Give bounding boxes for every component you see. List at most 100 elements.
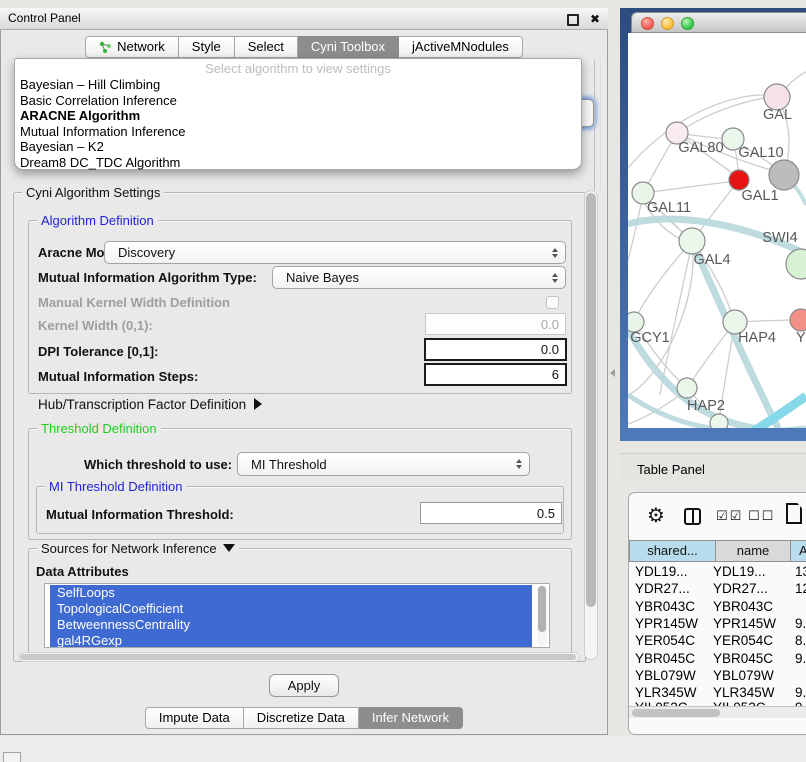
tab-infer-network[interactable]: Infer Network: [359, 707, 463, 729]
table-cell[interactable]: YIL052C: [635, 699, 688, 706]
column-header-shared[interactable]: shared...: [629, 540, 716, 562]
node-label: SWI4: [762, 230, 797, 246]
algorithm-option[interactable]: Dream8 DC_TDC Algorithm: [15, 155, 581, 171]
manual-kernel-checkbox[interactable]: [546, 296, 559, 309]
column-header-name[interactable]: name: [715, 540, 791, 562]
minimize-traffic-light-icon[interactable]: [661, 17, 674, 30]
splitter-handle-icon[interactable]: [610, 369, 615, 377]
document-icon[interactable]: [786, 503, 802, 524]
node-label: GAL10: [738, 145, 783, 161]
table-cell[interactable]: 13: [795, 563, 806, 580]
table-cell[interactable]: YIL052C: [713, 699, 766, 706]
table-cell[interactable]: YBR045C: [713, 650, 773, 667]
table-cell[interactable]: YER054C: [713, 632, 773, 649]
aracne-mode-value: Discovery: [118, 245, 175, 260]
gear-icon[interactable]: ⚙: [647, 503, 665, 527]
panel-border-fragment: [594, 60, 601, 190]
algorithm-option[interactable]: Mutual Information Inference: [15, 124, 581, 140]
table-cell[interactable]: 9.: [795, 650, 806, 667]
table-cell[interactable]: 8.: [795, 632, 806, 649]
list-vertical-scrollbar[interactable]: [537, 585, 547, 646]
aracne-mode-select[interactable]: Discovery: [104, 241, 566, 264]
kernel-width-label: Kernel Width (0,1):: [38, 318, 153, 333]
corner-mini-button[interactable]: [3, 752, 21, 762]
node: [677, 378, 697, 398]
list-item[interactable]: gal4RGexp: [50, 633, 532, 648]
list-item[interactable]: SelfLoops: [50, 585, 532, 601]
algorithm-option[interactable]: Bayesian – Hill Climbing: [15, 77, 581, 93]
close-icon[interactable]: ✖: [590, 10, 600, 28]
deselect-all-icon[interactable]: ☐☐: [748, 509, 775, 524]
tab-impute-data[interactable]: Impute Data: [145, 707, 244, 729]
data-attributes-label: Data Attributes: [36, 564, 129, 579]
columns-icon[interactable]: [684, 508, 701, 525]
zoom-traffic-light-icon[interactable]: [681, 17, 694, 30]
tab-style[interactable]: Style: [179, 36, 235, 58]
node-label: HAP2: [687, 398, 725, 414]
node-label: GAL1: [741, 188, 778, 204]
settings-horizontal-scrollbar[interactable]: [18, 652, 580, 662]
tab-cyni-toolbox[interactable]: Cyni Toolbox: [298, 36, 399, 58]
sources-group-title[interactable]: Sources for Network Inference: [37, 541, 239, 556]
table-cell[interactable]: YBR043C: [635, 598, 695, 615]
tab-select[interactable]: Select: [235, 36, 298, 58]
table-cell[interactable]: YBR043C: [713, 598, 773, 615]
algorithm-placeholder: Select algorithm to view settings: [15, 60, 581, 77]
tab-network-label: Network: [117, 36, 165, 58]
control-panel-titlebar: Control Panel ✖: [0, 8, 608, 30]
table-cell[interactable]: YDR27...: [635, 580, 690, 597]
table-cell[interactable]: YPR145W: [635, 615, 698, 632]
node: [710, 414, 728, 428]
mi-type-select[interactable]: Naive Bayes: [272, 266, 566, 289]
screen: Control Panel ✖ Network Style Select Cyn…: [0, 0, 806, 762]
float-window-icon[interactable]: [567, 14, 579, 26]
network-tab-icon: [99, 41, 112, 54]
chevron-updown-icon: [552, 273, 558, 283]
list-item[interactable]: TopologicalCoefficient: [50, 601, 532, 617]
mi-type-value: Naive Bayes: [286, 270, 359, 285]
tab-jactivemnodules[interactable]: jActiveMNodules: [399, 36, 523, 58]
node-label: GAL4: [693, 252, 730, 268]
table-cell[interactable]: 12: [795, 580, 806, 597]
expanded-arrow-icon: [223, 544, 235, 552]
hub-section-toggle[interactable]: Hub/Transcription Factor Definition: [38, 397, 262, 412]
table-cell[interactable]: YER054C: [635, 632, 695, 649]
which-threshold-select[interactable]: MI Threshold: [237, 452, 530, 476]
algorithm-dropdown-popup: Select algorithm to view settings Bayesi…: [14, 58, 582, 170]
node-label: GCY1: [630, 330, 670, 346]
list-item[interactable]: BetweennessCentrality: [50, 617, 532, 633]
node: [679, 228, 705, 254]
table-cell[interactable]: YDL19...: [635, 563, 688, 580]
cyni-settings-title: Cyni Algorithm Settings: [22, 185, 164, 200]
table-cell[interactable]: YDR27...: [713, 580, 768, 597]
mi-threshold-group-title: MI Threshold Definition: [45, 479, 186, 494]
select-all-icon[interactable]: ☑☑: [716, 509, 743, 524]
algorithm-option-aracne[interactable]: ARACNE Algorithm: [15, 108, 581, 124]
table-cell[interactable]: 9: [795, 699, 803, 706]
dpi-tolerance-field[interactable]: 0.0: [424, 338, 567, 361]
table-cell[interactable]: 9.: [795, 615, 806, 632]
network-view-titlebar[interactable]: [631, 12, 806, 33]
apply-button[interactable]: Apply: [269, 674, 339, 697]
node: [786, 249, 806, 279]
table-horizontal-scrollbar[interactable]: [629, 706, 806, 718]
mi-steps-field[interactable]: 6: [424, 363, 567, 386]
table-cell[interactable]: YBL079W: [713, 667, 774, 684]
table-cell[interactable]: YBR045C: [635, 650, 695, 667]
table-cell[interactable]: YPR145W: [713, 615, 776, 632]
settings-vertical-scrollbar[interactable]: [584, 190, 598, 660]
close-traffic-light-icon[interactable]: [641, 17, 654, 30]
algorithm-option[interactable]: Basic Correlation Inference: [15, 93, 581, 109]
mi-threshold-field[interactable]: 0.5: [420, 502, 562, 524]
table-cell[interactable]: YDL19...: [713, 563, 766, 580]
node-label: GAL80: [678, 140, 723, 156]
chevron-updown-icon: [552, 248, 558, 258]
algorithm-option[interactable]: Bayesian – K2: [15, 139, 581, 155]
node: [790, 309, 806, 331]
column-header-partial[interactable]: A: [790, 540, 806, 562]
tab-network[interactable]: Network: [85, 36, 179, 58]
network-canvas[interactable]: GAL GAL80 GAL10 GAL1 GAL11 SWI4 GAL4 GCY…: [628, 33, 806, 428]
table-cell[interactable]: YBL079W: [635, 667, 696, 684]
kernel-width-field[interactable]: 0.0: [425, 313, 566, 335]
tab-discretize-data[interactable]: Discretize Data: [244, 707, 359, 729]
